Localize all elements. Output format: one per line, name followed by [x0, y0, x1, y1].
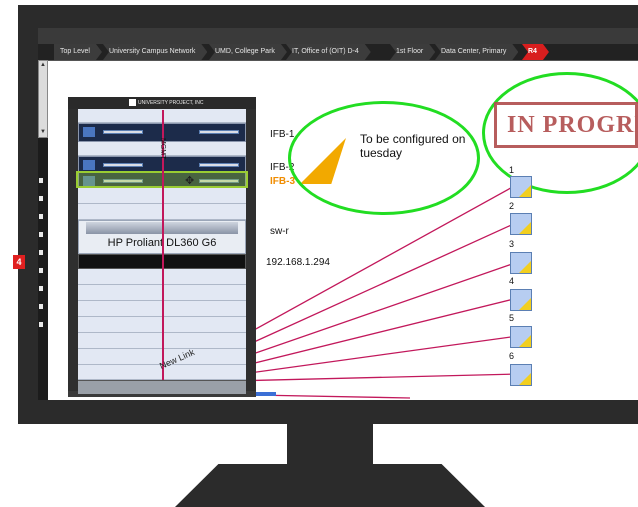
rack-vertical-label: MGMT — [159, 138, 166, 160]
port-4[interactable] — [510, 289, 532, 311]
patch-panel[interactable] — [78, 380, 246, 394]
port-number: 4 — [509, 276, 515, 286]
move-cursor-icon: ✥ — [185, 175, 195, 187]
port-number: 5 — [509, 313, 515, 323]
port-2[interactable] — [510, 213, 532, 235]
label-ip-address: 192.168.1.294 — [266, 257, 330, 268]
port-1[interactable] — [510, 176, 532, 198]
rack-rail-left — [68, 109, 78, 391]
port-5[interactable] — [510, 326, 532, 348]
in-progress-stamp[interactable]: IN PROGRESS — [494, 102, 638, 148]
label-sw-r: sw-r — [270, 226, 289, 237]
port-number: 1 — [509, 165, 515, 175]
port-3[interactable] — [510, 252, 532, 274]
rack-logo: UNIVERSITY PROJECT, INC — [129, 99, 205, 107]
port-number: 6 — [509, 351, 515, 361]
port-number: 3 — [509, 239, 515, 249]
label-ifb-3: IFB-3 — [270, 176, 295, 187]
port-6[interactable] — [510, 364, 532, 386]
label-ifb-1: IFB-1 — [270, 129, 295, 140]
annotation-note[interactable]: To be configured on tuesday — [360, 132, 478, 160]
port-number: 2 — [509, 201, 515, 211]
link-endpoint[interactable] — [256, 392, 276, 396]
link-line[interactable] — [253, 394, 411, 399]
rack-rail-right — [246, 109, 256, 391]
